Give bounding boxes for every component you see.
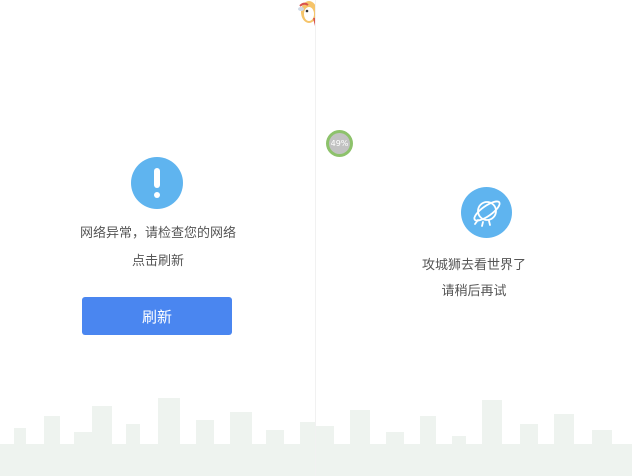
retry-later-hint: 请稍后再试	[441, 284, 507, 299]
loading-progress-badge: 49%	[326, 130, 353, 157]
network-error-panel: 网络异常，请检查您的网络 点击刷新 刷新	[0, 0, 316, 476]
mascot-icon	[296, 0, 316, 28]
server-error-message: 攻城狮去看世界了	[421, 258, 526, 273]
city-skyline-illustration	[0, 398, 316, 476]
city-skyline-illustration	[316, 400, 632, 476]
planet-icon	[461, 187, 512, 238]
exclamation-icon	[131, 157, 183, 209]
tap-to-refresh-hint: 点击刷新	[131, 254, 184, 269]
progress-percent: 49%	[329, 133, 350, 154]
refresh-button[interactable]: 刷新	[82, 297, 232, 335]
server-error-panel: 49% 攻城狮去看世界了 请稍后再试	[316, 0, 632, 476]
network-error-message: 网络异常，请检查您的网络	[79, 226, 236, 241]
